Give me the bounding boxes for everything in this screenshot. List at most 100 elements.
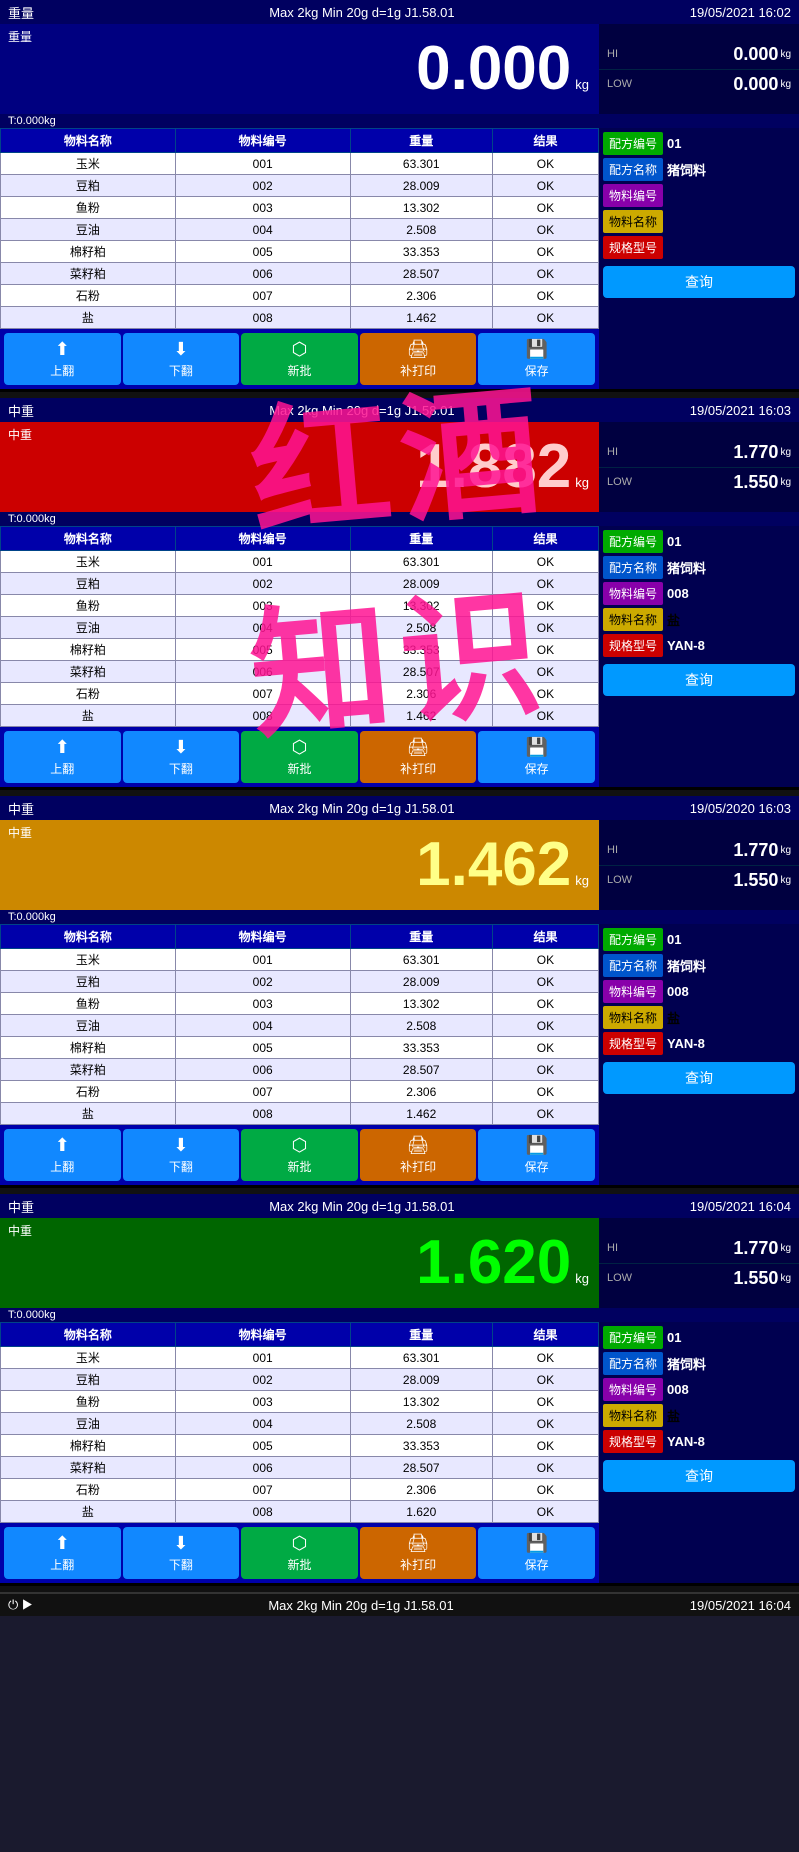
info-formula-no-row: 配方编号 01 — [603, 530, 795, 553]
left-content-2: 物料名称物料编号重量结果 玉米00163.301OK 豆粕00228.009OK… — [0, 924, 599, 1185]
formula-name-label: 配方名称 — [603, 954, 663, 977]
query-button-1[interactable]: 查询 — [603, 664, 795, 696]
query-button-0[interactable]: 查询 — [603, 266, 795, 298]
table-cell: 008 — [175, 1103, 350, 1125]
table-row: 石粉0072.306OK — [1, 1479, 599, 1501]
hi-unit-1: kg — [780, 447, 791, 458]
weight-area-0: 重量 0.000 kg HI 0.000 kg LOW 0.000 — [0, 24, 799, 114]
formula-name-value: 猪饲料 — [667, 558, 706, 577]
btn-label-1: 下翻 — [169, 760, 193, 777]
table-cell: 004 — [175, 219, 350, 241]
query-button-3[interactable]: 查询 — [603, 1460, 795, 1492]
table-cell: 2.306 — [350, 1479, 492, 1501]
table-cell: 006 — [175, 1059, 350, 1081]
btn-新批[interactable]: ⬡ 新批 — [241, 333, 358, 385]
table-cell: 001 — [175, 1347, 350, 1369]
table-cell: 鱼粉 — [1, 1391, 176, 1413]
table-cell: 1.462 — [350, 1103, 492, 1125]
table-cell: 28.009 — [350, 175, 492, 197]
hi-value-1: 1.770 — [637, 442, 778, 463]
panel-1: 中重 Max 2kg Min 20g d=1g J1.58.01 19/05/2… — [0, 398, 799, 790]
weight-area-2: 中重 1.462 kg HI 1.770 kg LOW 1.550 — [0, 820, 799, 910]
btn-icon-2: ⬡ — [292, 1135, 308, 1156]
table-cell: 棉籽粕 — [1, 241, 176, 263]
btn-icon-1: ⬇ — [173, 1135, 188, 1156]
formula-name-value: 猪饲料 — [667, 160, 706, 179]
table-cell: 28.009 — [350, 1369, 492, 1391]
info-material-no-row: 物料编号 008 — [603, 980, 795, 1003]
table-cell: 菜籽粕 — [1, 661, 176, 683]
table-cell: 鱼粉 — [1, 197, 176, 219]
btn-保存[interactable]: 💾 保存 — [478, 731, 595, 783]
btn-label-1: 下翻 — [169, 362, 193, 379]
btn-保存[interactable]: 💾 保存 — [478, 1527, 595, 1579]
btn-icon-2: ⬡ — [292, 339, 308, 360]
btn-下翻[interactable]: ⬇ 下翻 — [123, 1129, 240, 1181]
btn-下翻[interactable]: ⬇ 下翻 — [123, 731, 240, 783]
btn-label-0: 上翻 — [50, 760, 74, 777]
topbar-left-3: 中重 — [8, 1197, 34, 1216]
weight-value-3: 1.620 — [416, 1232, 571, 1294]
table-cell: 33.353 — [350, 241, 492, 263]
table-cell: 豆油 — [1, 1015, 176, 1037]
btn-新批[interactable]: ⬡ 新批 — [241, 1129, 358, 1181]
lo-row-0: LOW 0.000 kg — [599, 70, 799, 99]
table-cell: 33.353 — [350, 1037, 492, 1059]
hi-unit-3: kg — [780, 1243, 791, 1254]
lo-row-3: LOW 1.550 kg — [599, 1264, 799, 1293]
material-name-label: 物料名称 — [603, 210, 663, 233]
btn-label-1: 下翻 — [169, 1158, 193, 1175]
table-header: 重量 — [350, 1323, 492, 1347]
table-cell: OK — [492, 1015, 598, 1037]
material-name-label: 物料名称 — [603, 1404, 663, 1427]
table-row: 豆油0042.508OK — [1, 617, 599, 639]
table-header-row: 物料名称物料编号重量结果 — [1, 1323, 599, 1347]
btn-下翻[interactable]: ⬇ 下翻 — [123, 1527, 240, 1579]
btn-补打印[interactable]: 🖨 补打印 — [360, 333, 477, 385]
btn-保存[interactable]: 💾 保存 — [478, 1129, 595, 1181]
btn-新批[interactable]: ⬡ 新批 — [241, 1527, 358, 1579]
btn-补打印[interactable]: 🖨 补打印 — [360, 1129, 477, 1181]
btn-上翻[interactable]: ⬆ 上翻 — [4, 1527, 121, 1579]
lo-label-3: LOW — [607, 1272, 637, 1284]
table-cell: OK — [492, 1081, 598, 1103]
query-button-2[interactable]: 查询 — [603, 1062, 795, 1094]
btn-新批[interactable]: ⬡ 新批 — [241, 731, 358, 783]
table-cell: 003 — [175, 197, 350, 219]
topbar-center-0: Max 2kg Min 20g d=1g J1.58.01 — [269, 5, 454, 20]
btn-icon-4: 💾 — [525, 1135, 547, 1156]
hi-label-0: HI — [607, 48, 637, 60]
table-cell: OK — [492, 241, 598, 263]
btn-icon-0: ⬆ — [55, 1135, 70, 1156]
table-cell: 006 — [175, 661, 350, 683]
table-row: 豆粕00228.009OK — [1, 175, 599, 197]
btn-上翻[interactable]: ⬆ 上翻 — [4, 333, 121, 385]
table-cell: 13.302 — [350, 1391, 492, 1413]
btn-保存[interactable]: 💾 保存 — [478, 333, 595, 385]
btn-补打印[interactable]: 🖨 补打印 — [360, 731, 477, 783]
table-cell: OK — [492, 307, 598, 329]
table-header: 物料编号 — [175, 129, 350, 153]
weight-main-3: 中重 1.620 kg — [0, 1218, 599, 1308]
table-row: 豆粕00228.009OK — [1, 573, 599, 595]
lo-unit-0: kg — [780, 79, 791, 90]
table-header: 物料编号 — [175, 1323, 350, 1347]
formula-name-value: 猪饲料 — [667, 1354, 706, 1373]
btn-label-2: 新批 — [287, 362, 311, 379]
table-cell: 豆油 — [1, 1413, 176, 1435]
content-area-1: 物料名称物料编号重量结果 玉米00163.301OK 豆粕00228.009OK… — [0, 526, 799, 787]
table-cell: OK — [492, 1059, 598, 1081]
hi-row-0: HI 0.000 kg — [599, 40, 799, 70]
table-cell: 007 — [175, 285, 350, 307]
panel-2: 中重 Max 2kg Min 20g d=1g J1.58.01 19/05/2… — [0, 796, 799, 1188]
weight-label-3: 中重 — [8, 1222, 32, 1239]
btn-上翻[interactable]: ⬆ 上翻 — [4, 1129, 121, 1181]
table-header-row: 物料名称物料编号重量结果 — [1, 129, 599, 153]
table-row: 菜籽粕00628.507OK — [1, 1059, 599, 1081]
bottom-bar-left: ⏻ ▶ — [8, 1597, 32, 1613]
table-cell: 004 — [175, 1015, 350, 1037]
btn-补打印[interactable]: 🖨 补打印 — [360, 1527, 477, 1579]
btn-下翻[interactable]: ⬇ 下翻 — [123, 333, 240, 385]
btn-上翻[interactable]: ⬆ 上翻 — [4, 731, 121, 783]
spec-label: 规格型号 — [603, 236, 663, 259]
